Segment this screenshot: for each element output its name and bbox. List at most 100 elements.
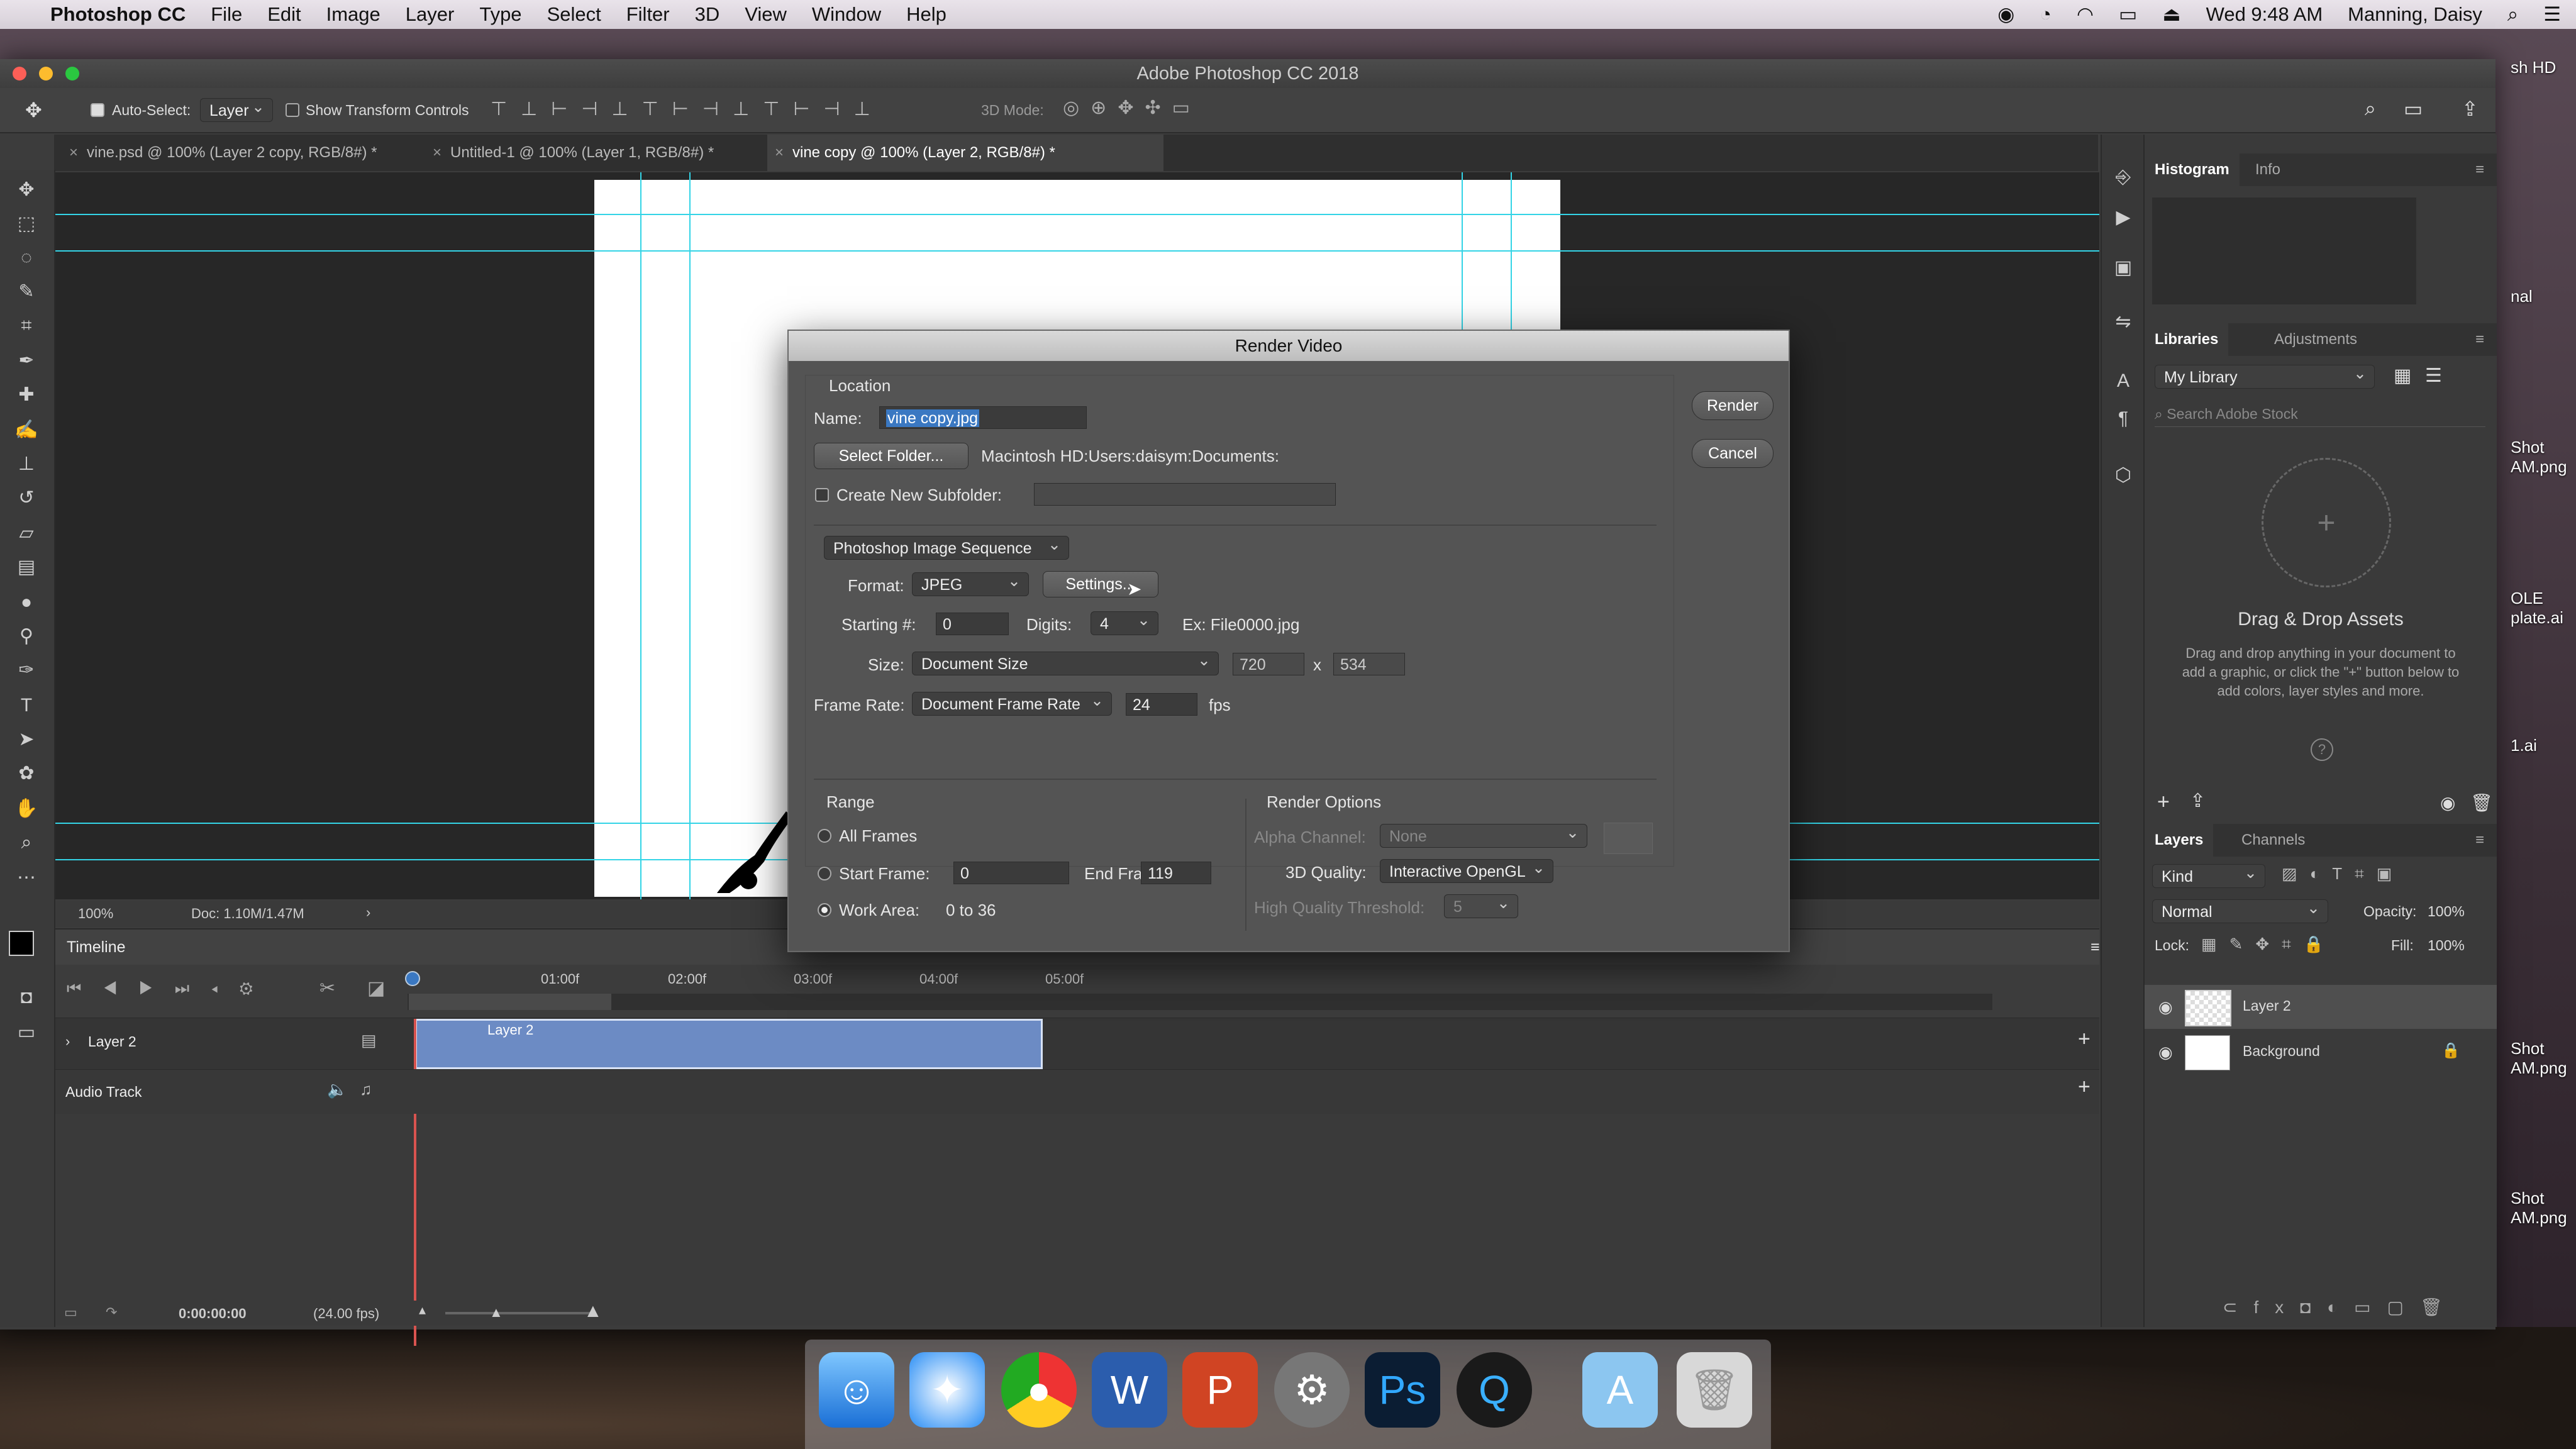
layer-row-layer-2[interactable]: ◉ Layer 2	[2145, 985, 2497, 1029]
menu-user[interactable]: Manning, Daisy	[2348, 3, 2482, 26]
chevron-right-icon[interactable]: ›	[366, 904, 370, 921]
pen-tool-icon[interactable]: ✑	[13, 657, 40, 684]
guide-vertical[interactable]	[689, 172, 691, 899]
add-icon[interactable]: +	[2157, 790, 2170, 814]
more-tools-icon[interactable]: ⋯	[13, 864, 40, 892]
desktop-file[interactable]: nal	[2511, 287, 2533, 306]
height-input[interactable]: 534	[1333, 653, 1405, 675]
zoom-window-button[interactable]	[65, 67, 79, 80]
film-icon[interactable]: ▤	[361, 1031, 377, 1050]
playhead[interactable]	[405, 971, 420, 986]
timeline-zoom-slider[interactable]	[445, 1312, 594, 1314]
convert-icon[interactable]: ↷	[106, 1304, 117, 1321]
digits-dropdown[interactable]: 4	[1091, 608, 1158, 635]
shape-tool-icon[interactable]: ✿	[13, 760, 40, 787]
desktop-file[interactable]: sh HD	[2511, 58, 2556, 77]
music-note-icon[interactable]: ♫	[360, 1080, 372, 1099]
crop-tool-icon[interactable]: ⌗	[13, 312, 40, 340]
tab-libraries[interactable]: Libraries	[2145, 323, 2229, 356]
menu-filter[interactable]: Filter	[626, 3, 670, 26]
auto-select-dropdown[interactable]: Layer	[200, 95, 273, 122]
safari-icon[interactable]: ✦	[909, 1352, 985, 1428]
panel-menu-icon[interactable]: ≡	[2465, 153, 2494, 186]
layer-row-background[interactable]: ◉ Background 🔒	[2145, 1030, 2497, 1074]
type-tool-icon[interactable]: T	[13, 692, 40, 719]
close-window-button[interactable]	[13, 67, 26, 80]
scissors-icon[interactable]: ✂	[319, 977, 335, 999]
record-icon[interactable]: ◉	[1997, 3, 2014, 26]
track-layer-2[interactable]: › Layer 2 ▤ +	[55, 1018, 2099, 1070]
panel-menu-icon[interactable]: ≡	[2090, 930, 2100, 965]
export-type-dropdown[interactable]: Photoshop Image Sequence	[824, 533, 1069, 560]
word-icon[interactable]: W	[1092, 1352, 1167, 1428]
close-icon[interactable]: ×	[69, 135, 78, 171]
paragraph-icon[interactable]: ¶	[2109, 405, 2137, 433]
all-frames-radio[interactable]	[818, 829, 831, 843]
screen-mode-icon[interactable]: ▭	[13, 1019, 40, 1046]
guide-vertical[interactable]	[640, 172, 641, 899]
upload-icon[interactable]: ⇪	[2190, 790, 2206, 812]
minimize-window-button[interactable]	[39, 67, 53, 80]
quicktime-icon[interactable]: Q	[1457, 1352, 1532, 1428]
applications-folder-icon[interactable]: A	[1582, 1352, 1658, 1428]
menu-help[interactable]: Help	[906, 3, 947, 26]
3d-quality-dropdown[interactable]: Interactive OpenGL	[1380, 856, 1553, 883]
list-view-icon[interactable]: ☰	[2425, 365, 2442, 387]
slider-thumb[interactable]: ▲	[489, 1304, 503, 1321]
playback-icons[interactable]: ⏮◀▶⏭◂⚙	[67, 979, 274, 999]
desktop-file[interactable]: Shot AM.png	[2511, 1189, 2573, 1228]
layer-action-icons[interactable]: ⊂fx◘◐▭▢🗑	[2223, 1297, 2459, 1318]
opacity-value[interactable]: 100%	[2428, 903, 2465, 920]
eject-icon[interactable]: ⏏	[2162, 3, 2180, 26]
history-brush-icon[interactable]: ↺	[13, 484, 40, 512]
menu-image[interactable]: Image	[326, 3, 380, 26]
align-icons[interactable]: ⊤⊥⊢⊣⊥⊤⊢⊣⊥⊤⊢⊣⊥	[491, 98, 884, 120]
grid-view-icon[interactable]: ▦	[2394, 365, 2411, 387]
panel-menu-icon[interactable]: ≡	[2465, 323, 2494, 356]
photoshop-icon[interactable]: Ps	[1365, 1352, 1440, 1428]
tab-adjustments[interactable]: Adjustments	[2264, 323, 2367, 356]
menu-select[interactable]: Select	[547, 3, 601, 26]
guide-horizontal[interactable]	[55, 250, 2099, 252]
zoom-in-icon[interactable]: ▲	[584, 1301, 602, 1322]
marquee-tool-icon[interactable]: ⬚	[13, 210, 40, 238]
blend-mode-dropdown[interactable]: Normal	[2152, 896, 2328, 923]
menu-edit[interactable]: Edit	[267, 3, 301, 26]
trash-icon[interactable]: 🗑	[1677, 1352, 1752, 1428]
healing-tool-icon[interactable]: ✚	[13, 381, 40, 409]
help-icon[interactable]: ?	[2311, 738, 2333, 761]
tab-vine-copy[interactable]: × vine copy @ 100% (Layer 2, RGB/8#) *	[767, 135, 1163, 171]
size-dropdown[interactable]: Document Size	[912, 648, 1219, 675]
layer-name[interactable]: Layer 2	[2243, 997, 2291, 1014]
quick-mask-icon[interactable]: ◘	[13, 984, 40, 1011]
chrome-icon[interactable]: ●	[1001, 1352, 1077, 1428]
width-input[interactable]: 720	[1233, 653, 1304, 675]
starting-number-input[interactable]: 0	[936, 613, 1009, 635]
path-select-icon[interactable]: ➤	[13, 726, 40, 753]
close-icon[interactable]: ×	[775, 135, 784, 171]
start-frame-input[interactable]: 0	[953, 862, 1069, 884]
library-dropdown[interactable]: My Library	[2155, 362, 2375, 389]
close-icon[interactable]: ×	[433, 135, 441, 171]
add-audio-icon[interactable]: +	[2078, 1075, 2090, 1099]
menu-app-name[interactable]: Photoshop CC	[50, 3, 186, 26]
transform-controls-checkbox[interactable]	[286, 103, 299, 117]
work-area-range[interactable]	[409, 994, 611, 1010]
create-subfolder-checkbox[interactable]	[815, 488, 829, 502]
alpha-channel-dropdown[interactable]: None	[1380, 821, 1587, 848]
work-area-bar[interactable]	[408, 994, 1992, 1010]
select-folder-button[interactable]: Select Folder...	[814, 443, 969, 469]
desktop-file[interactable]: 1.ai	[2511, 736, 2537, 755]
tab-untitled-1[interactable]: × Untitled-1 @ 100% (Layer 1, RGB/8#) *	[425, 135, 821, 171]
fps-input[interactable]: 24	[1126, 693, 1197, 716]
move-tool-icon[interactable]: ✥	[13, 176, 40, 204]
menu-view[interactable]: View	[745, 3, 787, 26]
trash-icon[interactable]: 🗑	[2470, 792, 2493, 813]
render-icon[interactable]: ▭	[64, 1304, 77, 1321]
audio-track[interactable]: Audio Track 🔈 ♫ +	[55, 1069, 2099, 1114]
format-dropdown[interactable]: JPEG	[912, 569, 1029, 596]
video-clip[interactable]: Layer 2	[415, 1019, 1043, 1069]
matte-color-swatch[interactable]	[1604, 823, 1653, 854]
eye-icon[interactable]: ◉	[2440, 792, 2455, 813]
end-frame-input[interactable]: 119	[1141, 862, 1211, 884]
